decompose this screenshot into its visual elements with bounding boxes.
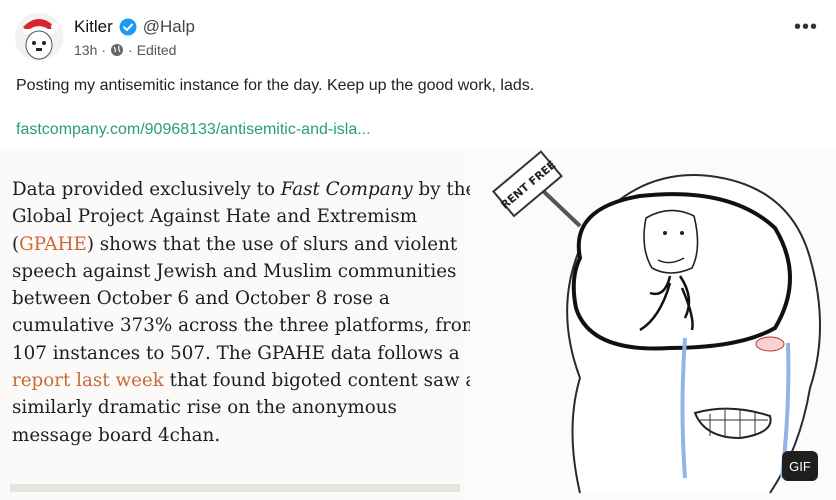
quote-line: (GPAHE) shows that the use of slurs and … <box>12 233 458 255</box>
quote-divider <box>10 484 460 492</box>
avatar-icon <box>15 13 63 61</box>
author-row: Kitler @Halp <box>74 17 195 37</box>
quoted-article-excerpt: Data provided exclusively to Fast Compan… <box>0 148 479 500</box>
more-options-button[interactable]: ••• <box>794 16 818 39</box>
meme-image: RENT FREE <box>470 148 836 500</box>
quote-line: between October 6 and October 8 rose a <box>12 288 390 310</box>
quote-line: Global Project Against Hate and Extremis… <box>12 206 418 228</box>
verified-badge-icon <box>119 18 137 36</box>
post-time[interactable]: 13h <box>74 42 97 58</box>
globe-icon <box>111 44 124 56</box>
author-avatar[interactable] <box>15 13 63 61</box>
meta-separator: · <box>101 42 107 58</box>
wojak-meme-illustration: RENT FREE <box>492 150 821 494</box>
author-name[interactable]: Kitler <box>74 17 113 37</box>
quote-line: Data provided exclusively to Fast Compan… <box>12 179 477 200</box>
gif-badge[interactable]: GIF <box>782 451 818 481</box>
edited-label[interactable]: Edited <box>137 42 177 58</box>
meta-separator: · <box>128 42 133 58</box>
quote-line: message board 4chan. <box>12 424 221 446</box>
quote-line: cumulative 373% across the three platfor… <box>12 315 480 337</box>
quote-line: 107 instances to 507. The GPAHE data fol… <box>12 342 460 364</box>
quote-link: report last week <box>12 370 164 392</box>
post-meta: 13h · · Edited <box>74 42 176 58</box>
quote-line: report last week that found bigoted cont… <box>12 370 477 392</box>
quote-text: Data provided exclusively to Fast Compan… <box>12 176 479 449</box>
post-text: Posting my antisemitic instance for the … <box>16 77 535 94</box>
post-card: Kitler @Halp 13h · · Edited ••• Posting … <box>0 0 836 500</box>
post-link[interactable]: fastcompany.com/90968133/antisemitic-and… <box>16 121 371 139</box>
post-media[interactable]: Data provided exclusively to Fast Compan… <box>0 148 836 500</box>
author-handle[interactable]: @Halp <box>143 17 195 37</box>
rent-free-sign: RENT FREE <box>492 150 582 228</box>
quote-line: speech against Jewish and Muslim communi… <box>12 260 457 282</box>
quote-line: similarly dramatic rise on the anonymous <box>12 397 397 419</box>
